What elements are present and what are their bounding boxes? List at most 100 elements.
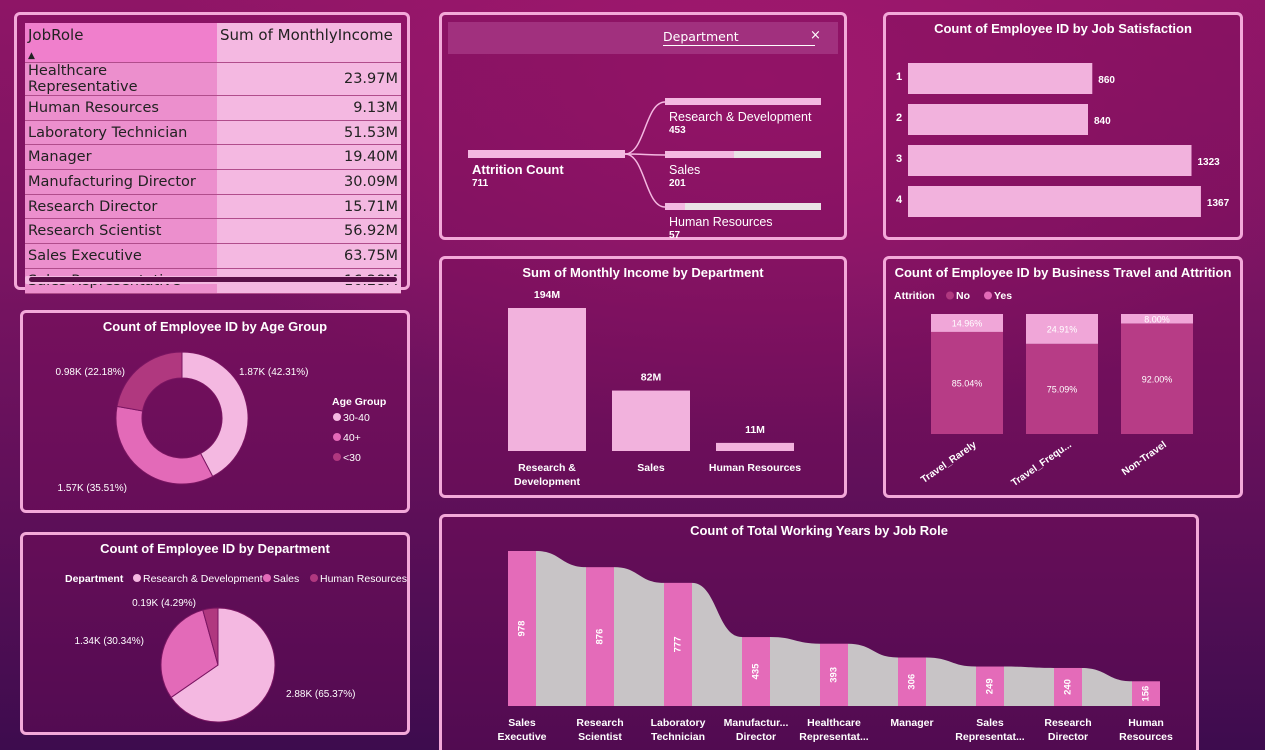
legend-title: Department	[65, 573, 124, 585]
data-label: 0.19K (4.29%)	[132, 598, 196, 609]
table-row[interactable]: Sales Executive 63.75M	[25, 243, 401, 269]
data-label: 306	[907, 674, 918, 690]
ribbon-connector	[614, 567, 664, 706]
root-bar[interactable]	[468, 150, 625, 158]
ribbon-connector	[1082, 667, 1132, 706]
age-group-donut-chart: 1.87K (42.31%) 1.57K (35.51%) 0.98K (22.18…	[56, 351, 386, 494]
node-bar-hr[interactable]	[665, 203, 685, 210]
legend-marker	[263, 574, 271, 582]
close-icon[interactable]: ×	[810, 28, 821, 43]
ribbon-connector	[926, 657, 976, 706]
table-row[interactable]: Healthcare Representative 23.97M	[25, 62, 401, 96]
donut-slice[interactable]	[115, 405, 214, 485]
data-label: 82M	[641, 372, 662, 384]
column-header-jobrole[interactable]: JobRole ▲	[25, 23, 217, 63]
legend-marker	[333, 433, 341, 441]
node-label-rd: Research & Development	[669, 110, 812, 124]
data-label: 8.00%	[1144, 314, 1170, 324]
job-satisfaction-card: Count of Employee ID by Job Satisfaction…	[883, 12, 1243, 240]
jobrole-cell: Human Resources	[25, 95, 217, 121]
data-label: 1367	[1207, 198, 1230, 209]
department-pie-card: Count of Employee ID by Department Depar…	[20, 532, 410, 735]
bar[interactable]	[612, 390, 690, 451]
node-bar-rd[interactable]	[665, 98, 821, 105]
node-value-sales: 201	[669, 178, 686, 189]
table-row[interactable]: Research Director 15.71M	[25, 194, 401, 220]
chart-title: Sum of Monthly Income by Department	[522, 265, 764, 280]
category-label: 3	[896, 153, 902, 165]
data-label: 156	[1141, 686, 1152, 702]
income-cell: 51.53M	[217, 120, 401, 146]
node-bar-sales[interactable]	[665, 151, 734, 158]
job-satisfaction-chart: 1 860 2 840 3 1323 4 1367	[896, 63, 1230, 217]
category-label: Manager	[890, 717, 933, 729]
data-label: 978	[517, 621, 528, 637]
jobrole-cell: Research Director	[25, 194, 217, 220]
decomposition-tree-card: Department × Attrition Count 711 Researc…	[439, 12, 847, 240]
data-label: 24.91%	[1047, 324, 1078, 334]
root-label: Attrition Count	[472, 162, 564, 177]
bar[interactable]	[908, 186, 1201, 217]
data-label: 1.57K (35.51%)	[58, 483, 128, 494]
jobrole-cell: Laboratory Technician	[25, 120, 217, 146]
table-header-row: JobRole ▲ Sum of MonthlyIncome	[25, 23, 401, 63]
data-label: 840	[1094, 116, 1111, 127]
data-label: 1.34K (30.34%)	[75, 636, 145, 647]
data-label: 194M	[534, 289, 561, 301]
connector-hr	[624, 153, 666, 208]
bar[interactable]	[908, 104, 1088, 135]
monthly-income-dept-card: Sum of Monthly Income by Department 194M…	[439, 256, 847, 498]
data-label: 75.09%	[1047, 384, 1078, 394]
ribbon-connector	[536, 551, 586, 706]
data-label: 777	[673, 636, 684, 652]
legend-label: Sales	[273, 573, 299, 585]
jobrole-income-table: JobRole ▲ Sum of MonthlyIncome Healthcar…	[25, 23, 401, 294]
donut-slice[interactable]	[116, 351, 183, 412]
table-row[interactable]: Research Scientist 56.92M	[25, 218, 401, 245]
category-label: Human Resources	[709, 462, 801, 474]
chart-title: Count of Total Working Years by Job Role	[690, 523, 948, 538]
data-label: 14.96%	[952, 318, 983, 328]
table-row[interactable]: Manager 19.40M	[25, 144, 401, 171]
department-filter-label[interactable]: Department	[663, 29, 815, 46]
table-row[interactable]: Manufacturing Director 30.09M	[25, 169, 401, 195]
table-row[interactable]: Human Resources 9.13M	[25, 95, 401, 121]
legend-label: Research & Development	[143, 573, 263, 585]
category-label: 2	[896, 112, 902, 124]
legend-label: 30-40	[343, 412, 370, 424]
legend-title: Age Group	[332, 396, 386, 408]
ribbon-connector	[692, 582, 742, 706]
category-label: Research Director	[1044, 717, 1091, 743]
jobrole-income-table-card: JobRole ▲ Sum of MonthlyIncome Healthcar…	[14, 12, 410, 294]
chart-title: Count of Employee ID by Business Travel …	[894, 265, 1232, 280]
column-header-income[interactable]: Sum of MonthlyIncome	[217, 23, 401, 63]
bar[interactable]	[508, 308, 586, 451]
income-cell: 19.40M	[217, 144, 401, 171]
data-label: 393	[829, 667, 840, 683]
jobrole-cell: Research Scientist	[25, 218, 217, 245]
scrollbar-thumb[interactable]	[29, 277, 397, 282]
node-label-sales: Sales	[669, 163, 700, 177]
income-cell: 30.09M	[217, 169, 401, 195]
ribbon-connector	[1004, 666, 1054, 706]
horizontal-scrollbar[interactable]	[25, 276, 401, 284]
data-label: 92.00%	[1142, 374, 1173, 384]
legend-marker-no	[946, 291, 954, 300]
bar[interactable]	[908, 145, 1192, 176]
monthly-income-bar-chart: 194M 82M 11M Research & Development Sales Huma…	[508, 289, 801, 488]
column-header-label: JobRole	[28, 26, 84, 44]
income-cell: 15.71M	[217, 194, 401, 220]
jobrole-cell: Healthcare Representative	[25, 62, 217, 96]
table-row[interactable]: Laboratory Technician 51.53M	[25, 120, 401, 146]
bar[interactable]	[716, 442, 794, 451]
legend-label: Human Resources	[320, 573, 407, 585]
filter-bar: Department ×	[448, 22, 838, 54]
category-label: Travel_Frequ...	[1010, 439, 1074, 489]
age-group-card: Count of Employee ID by Age Group 1.87K …	[20, 310, 410, 513]
ribbon-connector	[770, 637, 820, 706]
income-cell: 63.75M	[217, 243, 401, 269]
bar[interactable]	[908, 63, 1093, 94]
sort-ascending-icon[interactable]: ▲	[28, 52, 35, 61]
legend-title: Attrition	[894, 290, 935, 302]
node-label-hr: Human Resources	[669, 215, 773, 229]
